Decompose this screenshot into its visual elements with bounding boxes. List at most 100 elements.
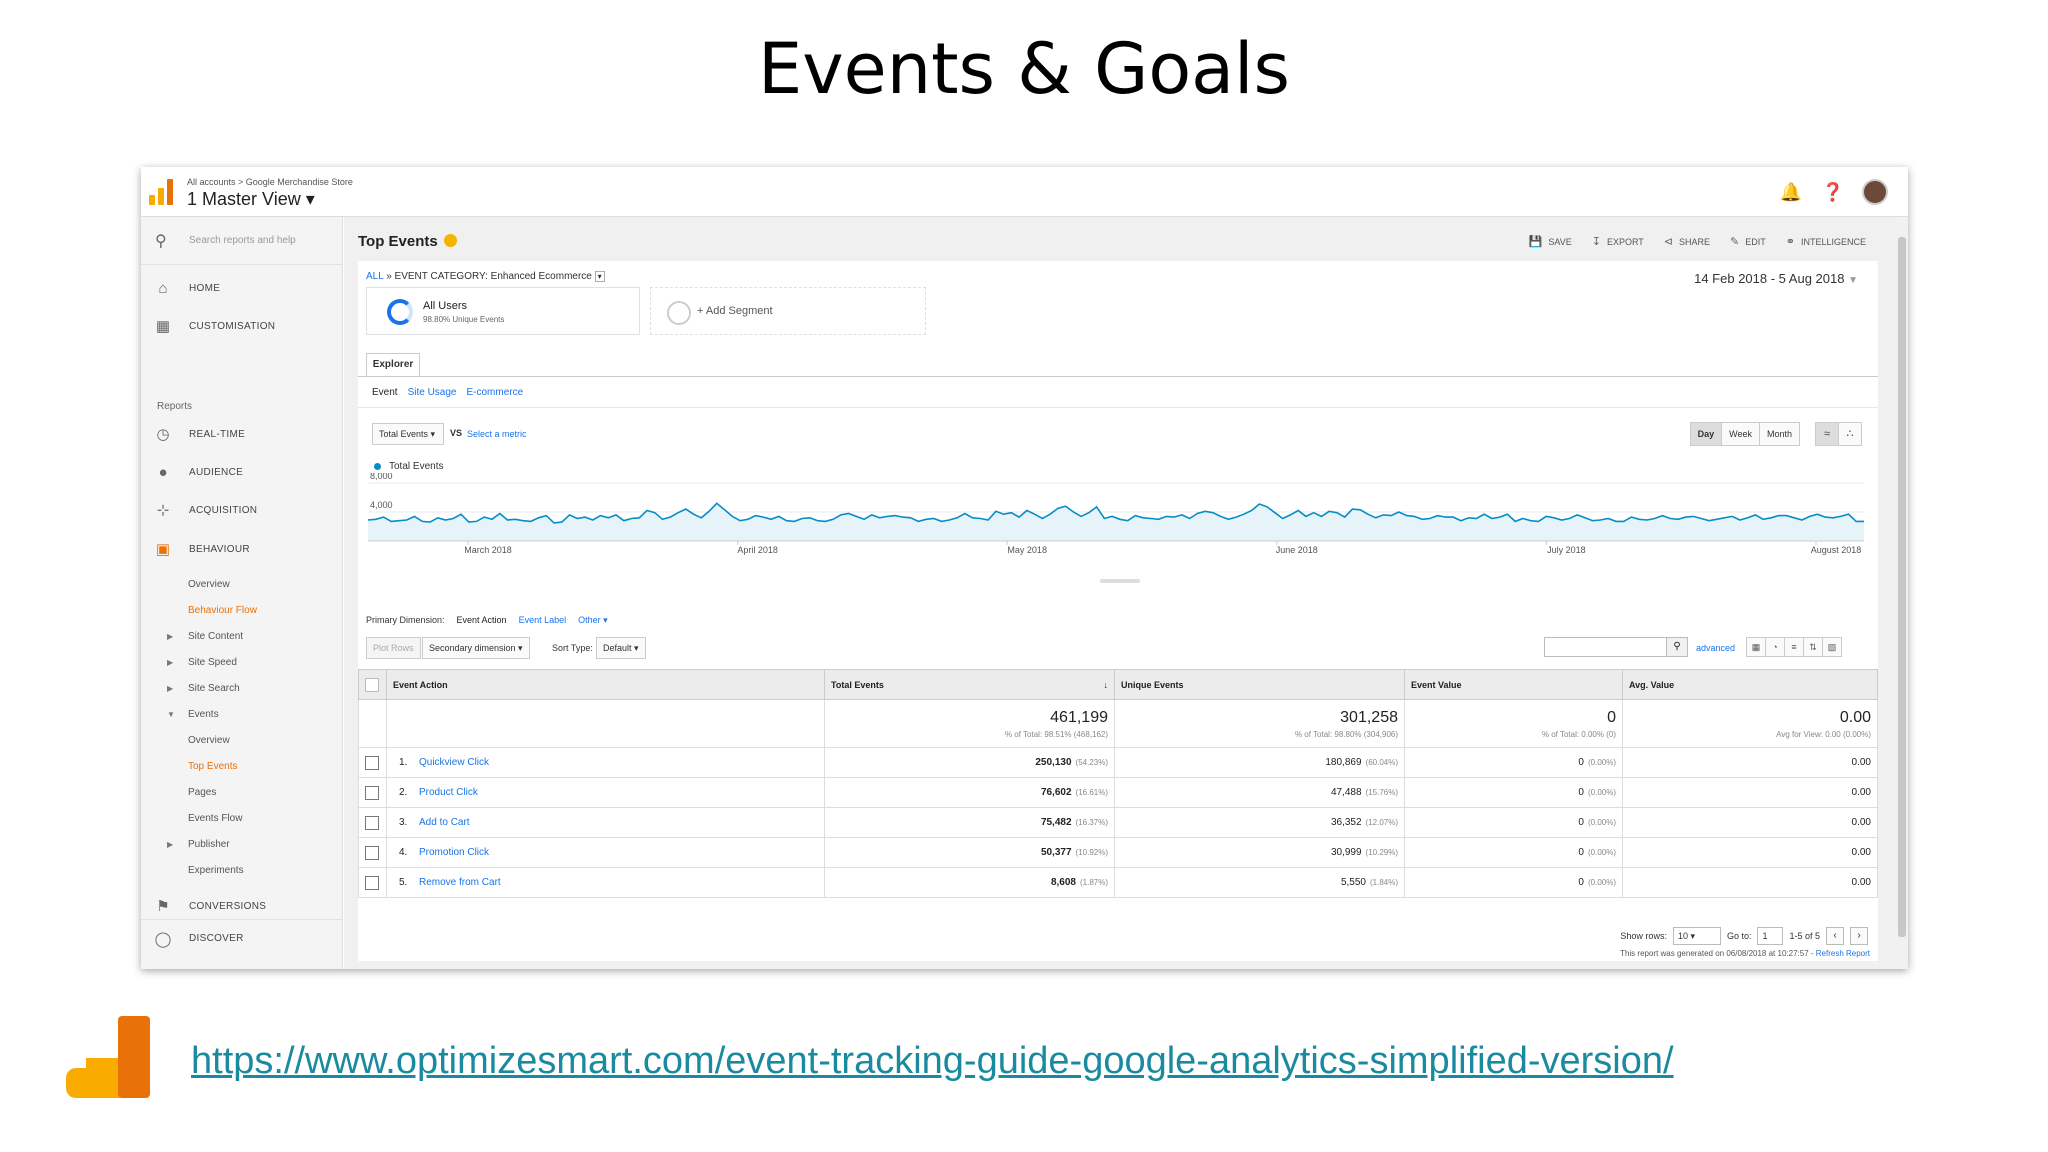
refresh-report-link[interactable]: Refresh Report	[1816, 949, 1870, 958]
motion-chart-icon[interactable]: ∴	[1838, 422, 1862, 446]
expand-arrow-icon[interactable]: ▶	[167, 658, 173, 667]
row-select[interactable]	[358, 747, 387, 778]
col-event-action[interactable]: Event Action	[386, 669, 825, 700]
primary-dimension-event-action[interactable]: Event Action	[457, 615, 507, 626]
checkbox[interactable]	[365, 875, 379, 890]
primary-dimension-other[interactable]: Other ▾	[578, 615, 608, 626]
date-range-picker[interactable]: 14 Feb 2018 - 5 Aug 2018 ▼	[1694, 271, 1858, 286]
totals-value: 0.00	[1839, 708, 1871, 726]
week-button[interactable]: Week	[1721, 422, 1760, 446]
sidebar-item-discover[interactable]: ◯ DISCOVER	[141, 919, 343, 957]
pie-view-icon[interactable]: ◔	[1765, 637, 1785, 657]
export-label: EXPORT	[1606, 236, 1644, 247]
help-icon[interactable]: ❓	[1820, 179, 1846, 205]
month-button[interactable]: Month	[1758, 422, 1800, 446]
col-total-events[interactable]: Total Events ↓	[824, 669, 1115, 700]
day-button[interactable]: Day	[1689, 422, 1723, 446]
sidebar-item-audience[interactable]: ● AUDIENCE	[141, 453, 343, 491]
segment-all-users[interactable]: All Users 98.80% Unique Events	[366, 287, 640, 335]
line-chart-icon[interactable]: ≈	[1815, 422, 1839, 446]
table-view-icon[interactable]: ▦	[1746, 637, 1766, 657]
tab-explorer[interactable]: Explorer	[366, 353, 420, 377]
sidebar-subitem[interactable]: Site Content	[188, 631, 243, 642]
sidebar-subitem[interactable]: Publisher	[188, 839, 230, 850]
show-rows-select[interactable]: 10 ▾	[1672, 927, 1721, 945]
account-breadcrumb[interactable]: All accounts > Google Merchandise Store	[187, 177, 353, 187]
sidebar-subitem[interactable]: Behaviour Flow	[188, 605, 257, 616]
sort-type-select[interactable]: Default ▾	[596, 637, 646, 659]
scrollbar-thumb[interactable]	[1898, 237, 1906, 937]
sidebar-subitem[interactable]: Events Flow	[188, 813, 242, 824]
avatar[interactable]	[1862, 179, 1888, 205]
collapse-arrow-icon[interactable]: ▼	[167, 710, 175, 719]
row-select[interactable]	[358, 777, 387, 808]
advanced-filter-link[interactable]: advanced	[1696, 643, 1735, 653]
goto-input[interactable]: 1	[1757, 927, 1784, 945]
sidebar-subitem[interactable]: Events	[188, 709, 219, 720]
row-select[interactable]	[358, 837, 387, 868]
view-selector[interactable]: 1 Master View ▾	[187, 189, 315, 210]
scrollbar[interactable]	[1896, 217, 1908, 969]
chart-resize-handle[interactable]	[1100, 579, 1140, 583]
event-action-link[interactable]: Add to Cart	[419, 817, 470, 828]
event-action-link[interactable]: Quickview Click	[419, 757, 489, 768]
sidebar-subitem[interactable]: Site Speed	[188, 657, 237, 668]
col-event-value[interactable]: Event Value	[1404, 669, 1623, 700]
sidebar-subitem[interactable]: Overview	[188, 735, 230, 746]
sidebar-search[interactable]: ⚲ Search reports and help	[141, 217, 343, 265]
source-link[interactable]: https://www.optimizesmart.com/event-trac…	[191, 1040, 1674, 1083]
table-search-input[interactable]	[1544, 637, 1668, 657]
checkbox[interactable]	[365, 815, 379, 830]
sidebar-item-customisation[interactable]: ▦ CUSTOMISATION	[141, 307, 343, 345]
share-button[interactable]: ⊲ SHARE	[1664, 235, 1710, 248]
secondary-dimension-select[interactable]: Secondary dimension ▾	[422, 637, 530, 659]
event-action-link[interactable]: Promotion Click	[419, 847, 489, 858]
sidebar-item-realtime[interactable]: ◷ REAL-TIME	[141, 415, 343, 453]
subtab-ecommerce[interactable]: E-commerce	[467, 387, 524, 398]
bell-icon[interactable]: 🔔	[1778, 179, 1804, 205]
sidebar-subitem[interactable]: Pages	[188, 787, 216, 798]
prev-page-button[interactable]: ‹	[1826, 927, 1844, 945]
col-avg-value[interactable]: Avg. Value	[1622, 669, 1878, 700]
sidebar-subitem[interactable]: Top Events	[188, 761, 237, 772]
primary-dimension-event-label[interactable]: Event Label	[519, 615, 567, 626]
sidebar-item-acquisition[interactable]: ⊹ ACQUISITION	[141, 491, 343, 529]
expand-arrow-icon[interactable]: ▶	[167, 684, 173, 693]
expand-arrow-icon[interactable]: ▶	[167, 840, 173, 849]
sidebar-subitem[interactable]: Overview	[188, 579, 230, 590]
subtab-site-usage[interactable]: Site Usage	[408, 387, 457, 398]
sidebar-item-behaviour[interactable]: ▣ BEHAVIOUR	[141, 530, 343, 568]
search-input[interactable]: Search reports and help	[189, 235, 296, 246]
checkbox[interactable]	[365, 755, 379, 770]
checkbox[interactable]	[365, 677, 379, 692]
crumb-all-link[interactable]: ALL	[366, 271, 383, 282]
sidebar-subitem[interactable]: Experiments	[188, 865, 244, 876]
crumb-dropdown-icon[interactable]: ▾	[594, 271, 605, 282]
search-icon[interactable]: ⚲	[1666, 637, 1688, 657]
plot-rows-button[interactable]: Plot Rows	[366, 637, 421, 659]
select-metric-link[interactable]: Select a metric	[467, 429, 527, 439]
performance-view-icon[interactable]: ≡	[1784, 637, 1804, 657]
checkbox[interactable]	[365, 845, 379, 860]
pivot-view-icon[interactable]: ▧	[1822, 637, 1842, 657]
subtab-event[interactable]: Event	[372, 387, 398, 398]
metric-select[interactable]: Total Events ▾	[372, 423, 444, 445]
sidebar-subitem[interactable]: Site Search	[188, 683, 240, 694]
ga-window: All accounts > Google Merchandise Store …	[141, 167, 1908, 969]
add-segment-button[interactable]: + Add Segment	[650, 287, 926, 335]
comparison-view-icon[interactable]: ⇅	[1803, 637, 1823, 657]
edit-button[interactable]: ✎ EDIT	[1730, 235, 1766, 248]
save-button[interactable]: 💾 SAVE	[1529, 235, 1572, 248]
row-select[interactable]	[358, 807, 387, 838]
sidebar-item-home[interactable]: ⌂ HOME	[141, 269, 343, 307]
row-select[interactable]	[358, 867, 387, 898]
checkbox[interactable]	[365, 785, 379, 800]
next-page-button[interactable]: ›	[1850, 927, 1868, 945]
event-action-link[interactable]: Remove from Cart	[419, 877, 501, 888]
event-action-link[interactable]: Product Click	[419, 787, 478, 798]
export-button[interactable]: ↧ EXPORT	[1592, 235, 1644, 248]
intelligence-button[interactable]: ⚭ INTELLIGENCE	[1786, 235, 1866, 248]
select-all-header[interactable]	[358, 669, 387, 700]
expand-arrow-icon[interactable]: ▶	[167, 632, 173, 641]
col-unique-events[interactable]: Unique Events	[1114, 669, 1405, 700]
